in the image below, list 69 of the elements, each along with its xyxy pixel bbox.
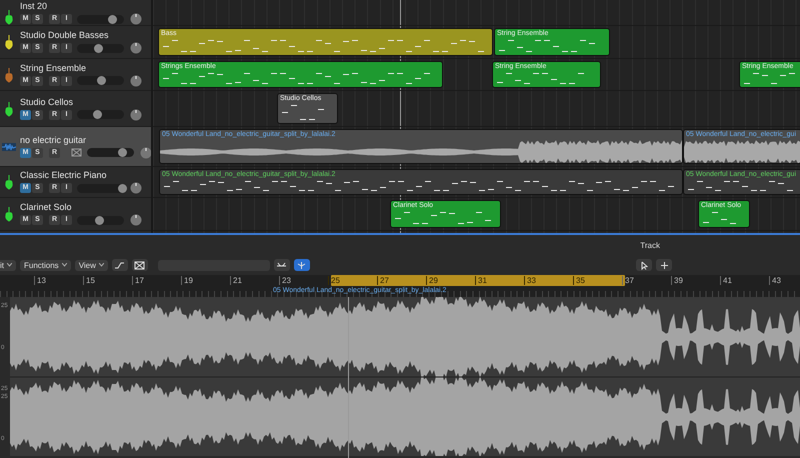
slider-thumb[interactable] — [118, 184, 127, 192]
playhead-line[interactable] — [400, 0, 401, 233]
pan-knob[interactable] — [130, 108, 142, 120]
midi-notes-drawing — [282, 105, 324, 120]
volume-slider[interactable] — [77, 14, 124, 24]
crosshair-tool-button[interactable] — [656, 259, 672, 271]
track-name: Studio Cellos — [20, 96, 74, 106]
bar-number: 39 — [671, 276, 683, 285]
slider-thumb[interactable] — [118, 148, 128, 157]
chevron-icon — [7, 263, 12, 267]
pan-knob[interactable] — [130, 42, 142, 54]
pointer-tool-icon — [638, 260, 650, 270]
volume-slider[interactable] — [77, 216, 124, 224]
volume-slider[interactable] — [77, 184, 124, 192]
catch-button[interactable] — [274, 259, 290, 271]
bar-number: 37 — [622, 276, 634, 285]
volume-slider[interactable] — [77, 110, 124, 119]
bar-number: 29 — [426, 276, 438, 285]
editor-title: Track — [640, 240, 660, 250]
pointer-tool-button[interactable] — [636, 259, 652, 271]
bar-number: 13 — [34, 276, 46, 285]
bar-number: 31 — [475, 276, 487, 285]
flex-mode-button[interactable] — [294, 259, 310, 271]
slider-thumb[interactable] — [94, 44, 104, 52]
pan-knob[interactable] — [130, 182, 142, 194]
bar-number: 33 — [524, 276, 536, 285]
bar-number: 21 — [230, 276, 242, 285]
volume-slider[interactable] — [77, 44, 124, 52]
curve-tool-button[interactable] — [112, 259, 128, 271]
midi-notes-drawing — [744, 73, 795, 84]
bar-number: 41 — [720, 276, 732, 285]
bar-number: 27 — [377, 276, 389, 285]
bar-number: 35 — [573, 276, 585, 285]
pan-knob[interactable] — [130, 214, 142, 226]
chevron-icon — [62, 263, 67, 267]
track-name: Inst 20 — [20, 1, 48, 11]
flex-button[interactable] — [132, 259, 148, 271]
bar-number: 23 — [279, 276, 291, 285]
flex-icon — [134, 260, 146, 270]
volume-slider[interactable] — [87, 148, 134, 157]
slider-thumb[interactable] — [95, 216, 104, 224]
track-name: String Ensemble — [20, 62, 88, 72]
crosshair-tool-icon — [658, 260, 670, 270]
slider-thumb[interactable] — [96, 76, 106, 85]
bar-number: 15 — [83, 276, 95, 285]
midi-notes-drawing — [703, 212, 736, 224]
chevron-icon — [98, 263, 104, 267]
pan-knob[interactable] — [140, 146, 151, 158]
track-name: no electric guitar — [20, 134, 88, 144]
menu-button[interactable]: it — [0, 260, 16, 270]
volume-slider[interactable] — [77, 76, 124, 85]
track-name: Clarinet Solo — [20, 202, 73, 212]
bar-number: 25 — [328, 276, 340, 285]
curve-tool-icon — [114, 260, 126, 270]
menu-button[interactable]: View — [74, 260, 108, 270]
input-monitor-icon[interactable] — [71, 148, 82, 157]
cycle-range[interactable] — [331, 275, 625, 286]
slider-thumb[interactable] — [108, 14, 118, 24]
bar-number: 43 — [769, 276, 781, 285]
catch-icon — [276, 260, 288, 270]
pan-knob[interactable] — [130, 74, 142, 86]
bar-number: 17 — [132, 276, 144, 285]
slider-thumb[interactable] — [92, 110, 102, 119]
menu-button[interactable]: Functions — [20, 260, 71, 270]
bar-number: 19 — [181, 276, 193, 285]
flex-mode-icon — [296, 260, 308, 270]
track-name: Classic Electric Piano — [20, 170, 108, 180]
track-name: Studio Double Basses — [20, 30, 110, 40]
pan-knob[interactable] — [130, 13, 142, 25]
